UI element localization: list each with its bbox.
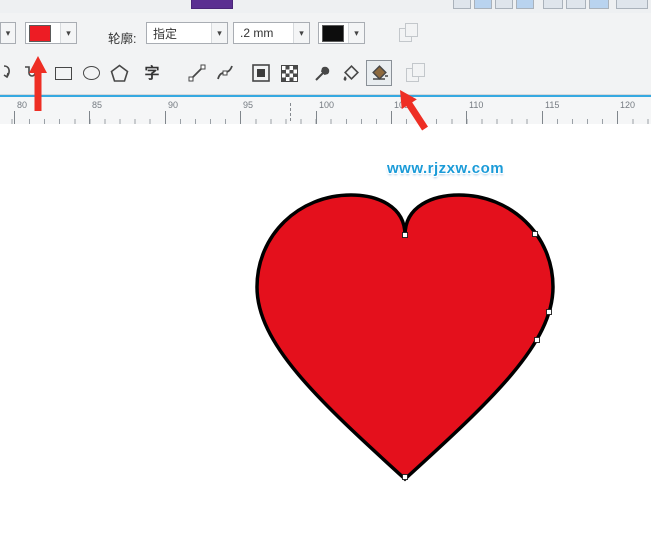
mesh-fill-tool[interactable] — [276, 60, 302, 86]
outline-style-value: 指定 — [147, 25, 211, 42]
ruler-tick-label: 95 — [243, 100, 253, 110]
ruler-tick-label: 120 — [620, 100, 635, 110]
titlebar-partial — [0, 0, 651, 14]
node-handle[interactable] — [535, 338, 540, 343]
outline-color-swatch — [322, 25, 344, 42]
ruler-major-tick — [466, 111, 467, 124]
toolbox: 字 — [0, 53, 651, 95]
ruler-major-tick — [14, 111, 15, 124]
annotation-arrow-smart-fill — [388, 88, 444, 144]
titlebar-icon[interactable] — [616, 0, 648, 9]
fill-tool[interactable] — [338, 60, 364, 86]
titlebar-icon[interactable] — [516, 0, 534, 9]
watermark-text: www.rjzxw.com — [387, 160, 504, 177]
node-handle[interactable] — [533, 232, 538, 237]
left-partial-dropdown[interactable]: ▾ — [0, 22, 16, 44]
chevron-down-icon: ▾ — [293, 23, 309, 43]
ruler-major-tick — [617, 111, 618, 124]
text-tool[interactable]: 字 — [139, 60, 165, 86]
fill-color-swatch — [29, 25, 51, 42]
property-bar: ▾ ▾ 轮廓: 指定 ▾ .2 mm ▾ ▾ — [0, 13, 651, 54]
ruler-tick-label: 80 — [17, 100, 27, 110]
app-window: ▾ ▾ 轮廓: 指定 ▾ .2 mm ▾ ▾ — [0, 0, 651, 555]
copy-icon — [406, 63, 426, 83]
ruler-tick-label: 110 — [469, 100, 483, 110]
ruler-tick-label: 85 — [92, 100, 102, 110]
node-handle[interactable] — [403, 475, 408, 480]
chevron-down-icon: ▾ — [1, 23, 15, 43]
node-handle[interactable] — [547, 310, 552, 315]
ruler-major-tick — [316, 111, 317, 124]
polygon-tool[interactable] — [106, 60, 132, 86]
ruler-position-marker — [290, 103, 291, 121]
bezier-tool[interactable] — [212, 60, 238, 86]
ruler-major-tick — [89, 111, 90, 124]
chevron-down-icon: ▾ — [60, 23, 76, 43]
text-tool-glyph: 字 — [144, 66, 159, 81]
chevron-down-icon: ▾ — [348, 23, 364, 43]
ruler-tick-label: 115 — [545, 100, 559, 110]
ruler-major-tick — [542, 111, 543, 124]
titlebar-icon[interactable] — [589, 0, 609, 9]
shape-tool[interactable] — [0, 60, 18, 86]
outline-width-value: .2 mm — [234, 26, 293, 40]
node-handle[interactable] — [403, 233, 408, 238]
rectangle-icon — [55, 67, 72, 80]
ruler-major-tick — [165, 111, 166, 124]
ellipse-tool[interactable] — [78, 60, 104, 86]
ruler-major-tick — [240, 111, 241, 124]
titlebar-icon[interactable] — [543, 0, 563, 9]
titlebar-icon[interactable] — [566, 0, 586, 9]
outline-color-picker[interactable]: ▾ — [318, 22, 365, 44]
titlebar-icon[interactable] — [191, 0, 233, 9]
titlebar-icon[interactable] — [495, 0, 513, 9]
interactive-fill-tool[interactable] — [248, 60, 274, 86]
color-eyedropper-tool[interactable] — [310, 60, 336, 86]
outline-label: 轮廓: — [108, 28, 136, 47]
outline-width-select[interactable]: .2 mm ▾ — [233, 22, 310, 44]
ellipse-icon — [83, 66, 100, 80]
titlebar-icon[interactable] — [453, 0, 471, 9]
drawing-canvas[interactable]: www.rjzxw.com — [0, 124, 651, 555]
horizontal-ruler[interactable]: 80 85 90 95 100 105 110 115 120 — [0, 95, 651, 126]
ruler-tick-label: 90 — [168, 100, 178, 110]
rectangle-tool[interactable] — [50, 60, 76, 86]
fill-color-picker[interactable]: ▾ — [25, 22, 77, 44]
heart-shape-graphic — [253, 193, 557, 483]
ruler-tick-label: 100 — [319, 100, 334, 110]
mesh-icon — [281, 65, 298, 82]
titlebar-icon[interactable] — [474, 0, 492, 9]
copy-icon — [399, 23, 419, 43]
annotation-arrow-fill-color — [27, 56, 49, 114]
chevron-down-icon: ▾ — [211, 23, 227, 43]
freehand-tool[interactable] — [184, 60, 210, 86]
outline-style-select[interactable]: 指定 ▾ — [146, 22, 228, 44]
smart-fill-tool[interactable] — [366, 60, 392, 86]
